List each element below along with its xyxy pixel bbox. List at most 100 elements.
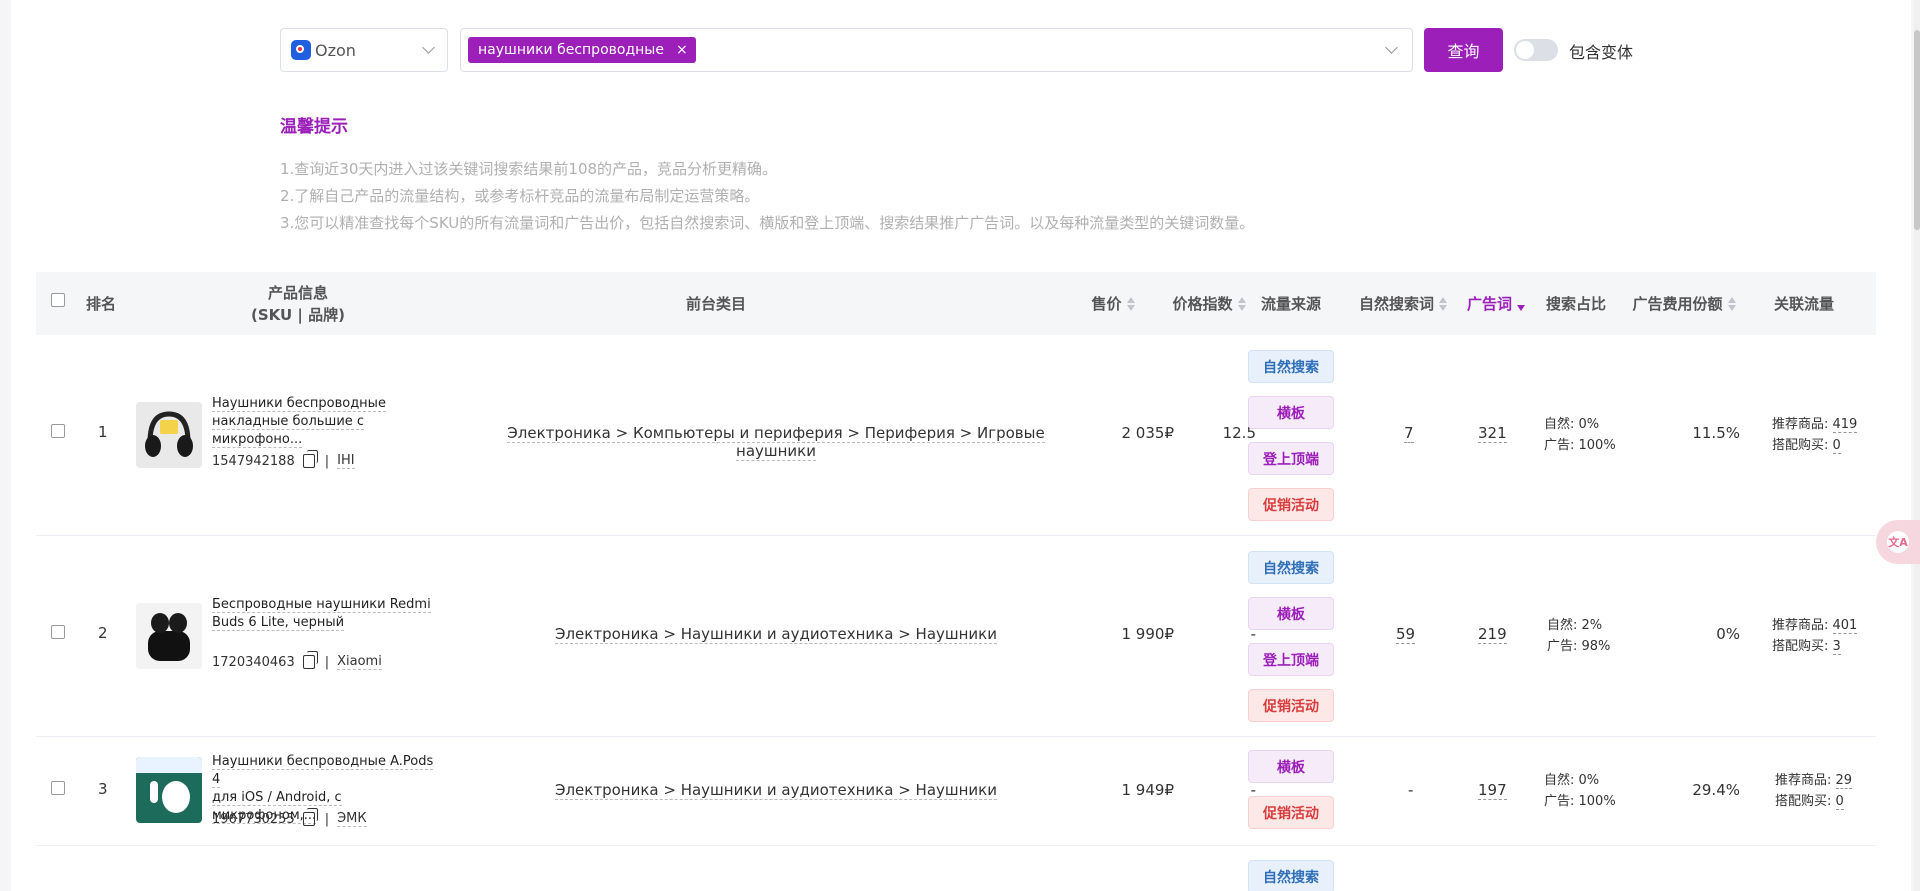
query-button[interactable]: 查询 <box>1424 28 1503 72</box>
recommend-count[interactable]: 401 <box>1832 618 1858 634</box>
bundle-count[interactable]: 0 <box>1832 438 1841 454</box>
sku: 1720340463 <box>212 654 295 670</box>
ozon-logo-icon <box>291 40 311 60</box>
organic-word-count[interactable]: 59 <box>1396 625 1416 644</box>
header-related-traffic: 关联流量 <box>1773 294 1834 313</box>
source-tag-banner: 横板 <box>1248 750 1334 783</box>
copy-icon[interactable] <box>302 808 318 826</box>
row-checkbox[interactable] <box>51 781 65 795</box>
table-row: 2 Беспроводные наушники Redmi Buds 6 Lite… <box>36 536 1876 737</box>
price: 1 949₽ <box>1121 781 1175 799</box>
bundle-count[interactable]: 0 <box>1835 794 1844 810</box>
related-traffic: 推荐商品: 419 搭配购买: 0 <box>1772 417 1858 454</box>
tip-line-2: 2.了解自己产品的流量结构，或参考标杆竞品的流量布局制定运营策略。 <box>280 187 760 205</box>
header-organic-words[interactable]: 自然搜索词 <box>1340 272 1466 335</box>
source-tag-top: 登上顶端 <box>1248 442 1334 475</box>
keyword-tag: наушники беспроводные × <box>468 37 696 63</box>
copy-icon[interactable] <box>302 450 318 468</box>
table-row: 自然搜索 <box>36 846 1876 891</box>
category-path[interactable]: Электроника > Компьютеры и периферия > П… <box>476 424 1076 461</box>
source-tag-banner: 横板 <box>1248 597 1334 630</box>
row-checkbox[interactable] <box>51 625 65 639</box>
scrollbar-thumb[interactable] <box>1914 30 1920 230</box>
product-image[interactable] <box>136 603 202 669</box>
source-tag-top: 登上顶端 <box>1248 643 1334 676</box>
page: Ozon наушники беспроводные × 查询 包含变体 温馨提… <box>0 0 1920 891</box>
tip-line-1: 1.查询近30天内进入过该关键词搜索结果前108的产品，竞品分析更精确。 <box>280 160 778 178</box>
row-checkbox[interactable] <box>51 424 65 438</box>
chevron-down-icon <box>1385 41 1398 54</box>
price-index: - <box>1250 781 1256 799</box>
recommend-count[interactable]: 29 <box>1835 773 1853 789</box>
toggle-knob <box>1516 41 1534 59</box>
tip-line-3: 3.您可以精准查找每个SKU的所有流量词和广告出价，包括自然搜索词、横版和登上顶… <box>280 214 1255 232</box>
sort-icon <box>1126 296 1135 312</box>
page-scrollbar[interactable] <box>1914 0 1920 891</box>
price: 1 990₽ <box>1121 625 1175 643</box>
sku-brand: 1967730255 | ЭМК <box>212 808 367 827</box>
ad-spend-share: 11.5% <box>1692 424 1740 442</box>
rank: 1 <box>98 423 108 441</box>
translate-float-button[interactable]: 文A <box>1876 520 1920 564</box>
brand[interactable]: ЭМК <box>337 811 367 827</box>
recommend-count[interactable]: 419 <box>1832 417 1858 433</box>
header-traffic-source: 流量来源 <box>1260 294 1321 313</box>
price: 2 035₽ <box>1121 424 1175 442</box>
category-path[interactable]: Электроника > Наушники и аудиотехника > … <box>476 625 1076 644</box>
platform-select[interactable]: Ozon <box>280 28 448 72</box>
source-tag-banner: 横板 <box>1248 396 1334 429</box>
ad-spend-share: 0% <box>1716 625 1740 643</box>
price-index: - <box>1250 625 1256 643</box>
search-share: 自然: 2% 广告: 98% <box>1547 618 1611 654</box>
ad-word-count[interactable]: 219 <box>1478 625 1507 644</box>
sku: 1547942188 <box>212 453 295 469</box>
translate-icon: 文A <box>1887 531 1909 553</box>
ad-spend-share: 29.4% <box>1692 781 1740 799</box>
sku-brand: 1720340463 | Xiaomi <box>212 651 382 670</box>
ad-word-count[interactable]: 197 <box>1478 781 1507 800</box>
header-search-share: 搜索占比 <box>1545 294 1606 313</box>
tips-title: 温馨提示 <box>280 117 348 137</box>
brand[interactable]: Xiaomi <box>337 654 382 670</box>
main-card: Ozon наушники беспроводные × 查询 包含变体 温馨提… <box>11 0 1911 891</box>
keyword-tag-label: наушники беспроводные <box>478 42 664 58</box>
source-tag-promo: 促销活动 <box>1248 689 1334 722</box>
ad-word-count[interactable]: 321 <box>1478 424 1507 443</box>
rank: 3 <box>98 780 108 798</box>
category-path[interactable]: Электроника > Наушники и аудиотехника > … <box>476 781 1076 800</box>
sort-icon <box>1727 296 1736 312</box>
organic-word-count: - <box>1408 781 1414 799</box>
product-title[interactable]: Беспроводные наушники Redmi Buds 6 Lite, … <box>212 596 444 632</box>
platform-value: Ozon <box>315 40 356 60</box>
price-index: 12.5 <box>1222 424 1256 442</box>
keyword-select[interactable]: наушники беспроводные × <box>460 28 1413 72</box>
product-title[interactable]: Наушники беспроводные накладные большие с… <box>212 395 444 449</box>
header-product: 产品信息 (SKU | 品牌) <box>251 283 345 324</box>
source-tag-organic: 自然搜索 <box>1248 350 1334 383</box>
select-all-checkbox[interactable] <box>51 293 65 307</box>
source-tag-organic: 自然搜索 <box>1248 860 1334 891</box>
header-ad-words[interactable]: 广告词 <box>1456 272 1536 335</box>
product-image[interactable] <box>136 402 202 468</box>
header-ad-spend-share[interactable]: 广告费用份额 <box>1622 272 1746 335</box>
organic-word-count[interactable]: 7 <box>1404 424 1414 443</box>
table-row: 3 Наушники беспроводные A.Pods 4 для iOS … <box>36 737 1876 846</box>
copy-icon[interactable] <box>302 651 318 669</box>
brand[interactable]: IHI <box>337 453 355 469</box>
related-traffic: 推荐商品: 401 搭配购买: 3 <box>1772 618 1858 655</box>
header-rank: 排名 <box>85 294 116 313</box>
include-variants-label: 包含变体 <box>1569 43 1634 62</box>
product-image[interactable] <box>136 757 202 823</box>
sort-icon <box>1439 296 1447 312</box>
source-tag-organic: 自然搜索 <box>1248 551 1334 584</box>
tag-close-icon[interactable]: × <box>676 42 688 58</box>
source-tag-promo: 促销活动 <box>1248 488 1334 521</box>
include-variants-toggle[interactable] <box>1514 39 1558 61</box>
sort-desc-icon <box>1517 296 1525 312</box>
bundle-count[interactable]: 3 <box>1832 639 1841 655</box>
source-tag-promo: 促销活动 <box>1248 796 1334 829</box>
table-row: 1 Наушники беспроводные накладные большие… <box>36 335 1876 536</box>
header-price[interactable]: 售价 <box>1078 272 1148 335</box>
header-category: 前台类目 <box>685 294 746 313</box>
table-header: 排名 产品信息 (SKU | 品牌) 前台类目 售价 价格指数 流量来源 自然搜… <box>36 272 1876 335</box>
